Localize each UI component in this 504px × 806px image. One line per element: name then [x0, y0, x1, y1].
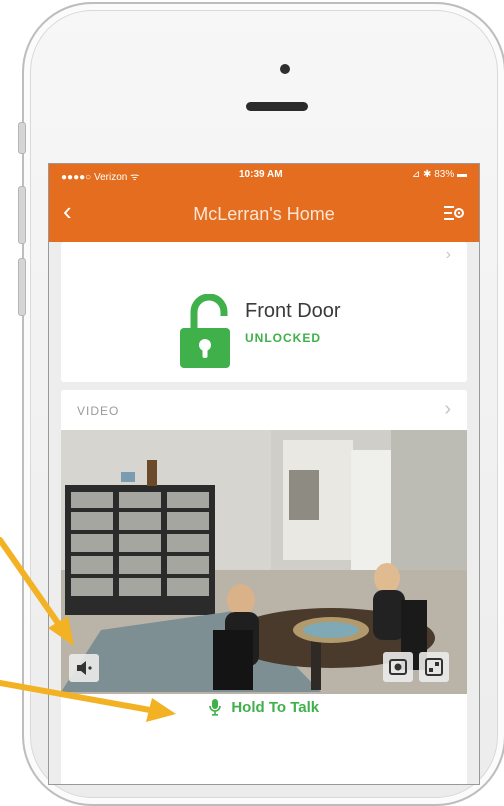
chevron-right-icon[interactable]: › [444, 398, 451, 421]
hold-to-talk-label: Hold To Talk [231, 698, 320, 716]
fullscreen-button[interactable] [419, 652, 449, 682]
video-card: VIDEO › Hold To Talk [61, 390, 467, 780]
list-settings-icon[interactable] [443, 202, 465, 224]
next-card [61, 764, 467, 784]
front-camera [280, 64, 290, 74]
snapshot-icon [389, 659, 407, 675]
nav-bar: ‹ McLerran's Home [49, 186, 479, 242]
lock-card[interactable]: › Front Door UNLOCKED [61, 242, 467, 382]
hold-to-talk-button[interactable]: Hold To Talk [61, 698, 467, 734]
status-time: 10:39 AM [239, 169, 283, 180]
lock-name: Front Door [245, 300, 341, 322]
status-bar: ●●●●○ Verizon ᯤ 10:39 AM ⊿ ✱ 83% ▬ [49, 164, 479, 186]
volume-up-button [18, 186, 26, 244]
lock-status: UNLOCKED [245, 331, 321, 345]
microphone-icon [209, 699, 221, 716]
lock-text: Front Door UNLOCKED [245, 300, 341, 345]
phone-screen: ●●●●○ Verizon ᯤ 10:39 AM ⊿ ✱ 83% ▬ ‹ McL… [48, 163, 480, 785]
snapshot-button[interactable] [383, 652, 413, 682]
video-section-header: VIDEO [77, 404, 120, 418]
fullscreen-icon [425, 658, 443, 676]
speaker-icon [77, 661, 92, 675]
volume-down-button [18, 258, 26, 316]
ringer-switch [18, 122, 26, 154]
battery-indicator: ⊿ ✱ 83% ▬ [411, 169, 467, 180]
speaker-button[interactable] [69, 654, 99, 682]
chevron-right-icon: › [445, 246, 451, 263]
live-video-feed[interactable] [61, 430, 467, 694]
earpiece-speaker [246, 102, 308, 111]
unlocked-padlock-icon[interactable] [176, 294, 242, 370]
carrier-signal: ●●●●○ Verizon ᯤ [61, 172, 140, 183]
page-title: McLerran's Home [193, 204, 335, 224]
